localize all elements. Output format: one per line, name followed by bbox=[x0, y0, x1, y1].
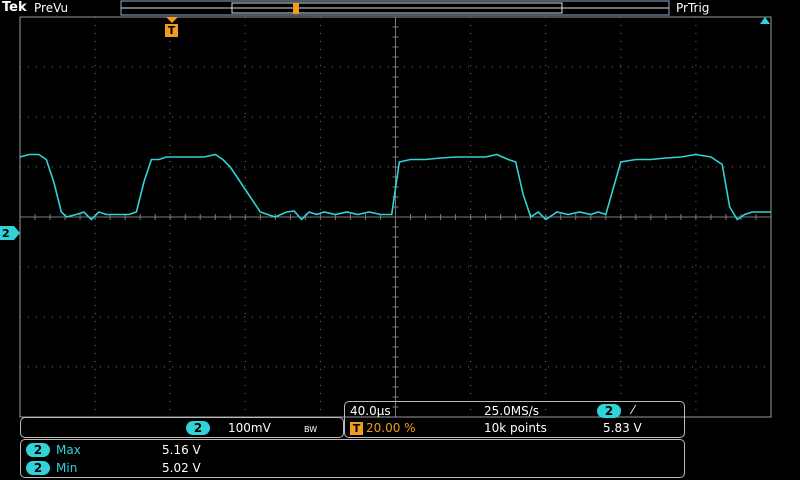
channel-2-ref-label: 2 bbox=[2, 227, 10, 240]
trigger-position-marker[interactable] bbox=[166, 17, 178, 23]
trigger-status: PrTrig bbox=[676, 1, 710, 15]
trigger-icon: T bbox=[350, 422, 363, 435]
channel-panel[interactable]: 2 100mV BW bbox=[20, 417, 344, 438]
time-per-div: 40.0μs bbox=[350, 404, 391, 418]
timebase-panel[interactable]: 40.0μs 25.0MS/s 2 ⁄ T 20.00 % 10k points… bbox=[344, 401, 685, 438]
graticule bbox=[19, 16, 772, 418]
measurement-label: Min bbox=[56, 461, 78, 475]
measurements-panel[interactable]: 2 Max 5.16 V 2 Min 5.02 V bbox=[20, 439, 685, 478]
trigger-level-arrow-icon[interactable] bbox=[760, 17, 770, 24]
measurement-channel-badge: 2 bbox=[26, 443, 50, 457]
channel-2-badge: 2 bbox=[186, 421, 210, 435]
measurement-value: 5.16 V bbox=[162, 443, 201, 457]
trigger-position: 20.00 % bbox=[366, 421, 416, 435]
record-length: 10k points bbox=[484, 421, 547, 435]
measurement-channel-badge: 2 bbox=[26, 461, 50, 475]
vertical-scale: 100mV bbox=[228, 421, 271, 435]
measurement-value: 5.02 V bbox=[162, 461, 201, 475]
trigger-level: 5.83 V bbox=[603, 421, 642, 435]
trigger-point-icon: T bbox=[165, 24, 178, 37]
record-trigger-marker bbox=[293, 3, 299, 14]
bw-limit-icon: BW bbox=[304, 425, 318, 434]
brand-logo: Tek bbox=[2, 0, 27, 15]
trigger-slope-icon: ⁄ bbox=[632, 403, 635, 417]
acquisition-mode: PreVu bbox=[34, 1, 69, 15]
trigger-source-badge: 2 bbox=[597, 404, 621, 418]
measurement-label: Max bbox=[56, 443, 81, 457]
sample-rate: 25.0MS/s bbox=[484, 404, 539, 418]
